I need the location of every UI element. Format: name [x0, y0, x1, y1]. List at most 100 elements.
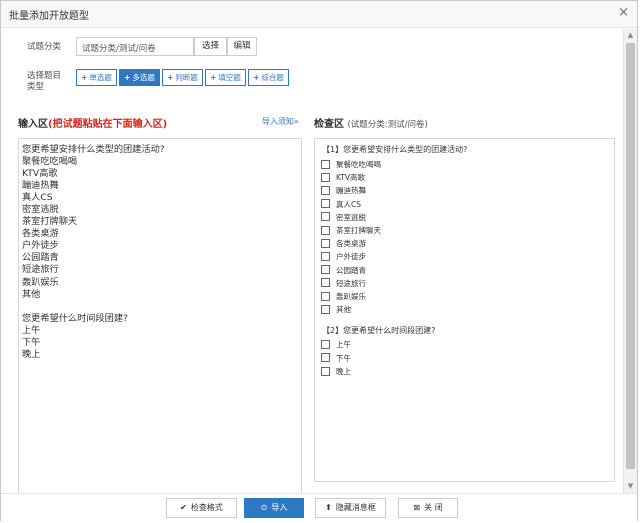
- option-label: KTV高歌: [336, 173, 366, 183]
- type-button-true-false[interactable]: + 判断题: [162, 69, 203, 86]
- type-button-multiple-choice[interactable]: + 多选题: [119, 69, 160, 86]
- input-line: 聚餐吃吃喝喝: [22, 156, 78, 168]
- option-checkbox[interactable]: [321, 291, 330, 301]
- input-line: 下午: [22, 336, 41, 348]
- option-checkbox[interactable]: [321, 212, 330, 222]
- option-label: 密室逃脱: [336, 212, 366, 222]
- option-checkbox[interactable]: [321, 251, 330, 261]
- option-checkbox[interactable]: [321, 159, 330, 169]
- input-line: 真人CS: [22, 192, 53, 204]
- option-checkbox[interactable]: [321, 172, 330, 182]
- scroll-up-icon[interactable]: ▲: [624, 29, 637, 42]
- option-label: 各类桌游: [336, 239, 366, 249]
- input-line: 您更希望什么时间段团建?: [22, 312, 128, 324]
- question-input-textarea[interactable]: 您更希望安排什么类型的团建活动? 聚餐吃吃喝喝 KTV高歌 蹦迪热舞 真人CS 密室逃脱茶…: [18, 138, 302, 494]
- question-type-label: 选择题目 类型: [27, 71, 61, 93]
- option-row: 其他: [321, 304, 351, 315]
- option-label: 聚餐吃吃喝喝: [336, 160, 381, 169]
- type-button-label: 判断题: [175, 73, 198, 82]
- input-line: 蹦迪热舞: [22, 180, 59, 192]
- option-checkbox[interactable]: [321, 339, 330, 349]
- input-line: 晚上: [22, 348, 41, 360]
- option-row: 晚上: [321, 366, 351, 377]
- scrollbar-thumb[interactable]: [626, 43, 635, 469]
- option-row: 短途旅行: [321, 278, 366, 289]
- input-line: 茶室打牌聊天: [22, 216, 78, 228]
- option-row: 轰趴娱乐: [321, 291, 366, 302]
- input-line: 各类桌游: [22, 228, 59, 240]
- option-checkbox[interactable]: [321, 278, 330, 288]
- check-section-subtitle: (试题分类:测试/问卷): [347, 120, 428, 130]
- dialog-titlebar: 批量添加开放题型 ×: [1, 1, 637, 28]
- input-text-lines: 您更希望安排什么类型的团建活动? 聚餐吃吃喝喝 KTV高歌 蹦迪热舞 真人CS 密室逃脱茶…: [22, 144, 165, 361]
- vertical-scrollbar[interactable]: ▲ ▼: [623, 29, 637, 493]
- input-section-title-text: 输入区: [18, 119, 48, 130]
- edit-category-button[interactable]: 编辑: [227, 37, 257, 56]
- dialog-title: 批量添加开放题型: [9, 11, 89, 22]
- category-label: 试题分类: [27, 42, 62, 52]
- option-row: 聚餐吃吃喝喝: [321, 159, 381, 170]
- option-label: 茶室打牌聊天: [336, 226, 381, 235]
- option-row: 茶室打牌聊天: [321, 225, 381, 236]
- input-line: 其他: [22, 288, 41, 300]
- import-help-link[interactable]: 导入须知»: [262, 116, 299, 127]
- option-row: 户外徒步: [321, 251, 366, 262]
- option-row: 下午: [321, 353, 351, 364]
- scroll-down-icon[interactable]: ▼: [624, 480, 637, 493]
- batch-add-dialog: 批量添加开放题型 × 试题分类 试题分类/测试/问卷 选择 编辑 选择题目 类型…: [0, 0, 638, 523]
- import-label: 导入: [271, 503, 288, 512]
- question-type-label-line2: 类型: [27, 82, 45, 92]
- option-label: 上午: [336, 340, 351, 349]
- import-icon: ⊙: [260, 503, 268, 512]
- option-label: 晚上: [336, 367, 351, 376]
- close-label: 关 闭: [424, 503, 443, 512]
- option-checkbox[interactable]: [321, 366, 330, 376]
- option-row: KTV高歌: [321, 172, 365, 183]
- option-checkbox[interactable]: [321, 304, 330, 314]
- check-section-title-text: 检查区: [314, 119, 344, 130]
- up-arrow-icon: ⬆: [325, 503, 332, 512]
- type-button-label: 综合题: [261, 73, 284, 82]
- option-row: 各类桌游: [321, 238, 366, 249]
- category-path-field[interactable]: 试题分类/测试/问卷: [76, 37, 194, 56]
- option-checkbox[interactable]: [321, 353, 330, 362]
- select-category-button[interactable]: 选择: [194, 37, 227, 56]
- input-section-title: 输入区(把试题粘贴在下面输入区): [18, 115, 167, 130]
- input-line: 轰趴娱乐: [22, 276, 59, 288]
- plus-icon: +: [124, 73, 131, 82]
- option-row: 蹦迪热舞: [321, 185, 366, 196]
- input-line: 公园踏青: [22, 252, 59, 264]
- option-label: 户外徒步: [336, 252, 366, 262]
- close-box-icon: ⊠: [413, 503, 421, 512]
- type-button-label: 多选题: [132, 73, 155, 82]
- check-section-title: 检查区 (试题分类:测试/问卷): [314, 115, 428, 130]
- type-button-label: 单选题: [89, 73, 112, 82]
- input-line: 您更希望安排什么类型的团建活动?: [22, 144, 165, 155]
- question-title: 【2】您更希望什么时间段团建?: [322, 326, 436, 335]
- check-preview-area: 【1】您更希望安排什么类型的团建活动? 聚餐吃吃喝喝 KTV高歌 蹦迪热舞 真人CS 密…: [314, 138, 615, 482]
- type-button-composite[interactable]: + 综合题: [248, 69, 289, 86]
- close-button[interactable]: ⊠ 关 闭: [398, 498, 458, 518]
- import-button[interactable]: ⊙ 导入: [244, 498, 304, 518]
- option-row: 公园踏青: [321, 265, 366, 276]
- option-label: 真人CS: [336, 199, 361, 209]
- type-button-single-choice[interactable]: + 单选题: [76, 69, 117, 86]
- check-format-label: 检查格式: [190, 503, 223, 512]
- hide-messages-button[interactable]: ⬆ 隐藏消息框: [315, 498, 386, 518]
- check-format-button[interactable]: ✔ 检查格式: [166, 498, 237, 518]
- input-line: 户外徒步: [22, 240, 59, 252]
- option-checkbox[interactable]: [321, 185, 330, 195]
- close-icon[interactable]: ×: [618, 5, 629, 21]
- option-checkbox[interactable]: [321, 225, 330, 235]
- option-checkbox[interactable]: [321, 265, 330, 275]
- import-help-label: 导入须知: [262, 117, 294, 126]
- option-row: 真人CS: [321, 199, 361, 210]
- hide-messages-label: 隐藏消息框: [335, 503, 376, 512]
- option-checkbox[interactable]: [321, 238, 330, 248]
- option-row: 密室逃脱: [321, 212, 366, 223]
- option-label: 下午: [336, 353, 351, 363]
- plus-icon: +: [210, 73, 217, 82]
- option-checkbox[interactable]: [321, 199, 330, 209]
- type-button-fill-blank[interactable]: + 填空题: [205, 69, 246, 86]
- option-label: 其他: [336, 305, 351, 315]
